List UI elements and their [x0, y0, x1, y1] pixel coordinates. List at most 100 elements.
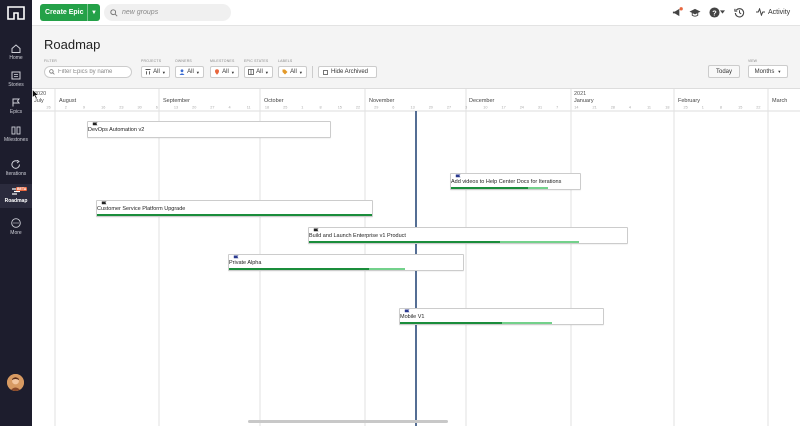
horizontal-scrollbar[interactable]: [248, 420, 448, 423]
week-tick-label: 20: [429, 106, 433, 110]
week-tick-label: 6: [392, 106, 394, 110]
filter-box[interactable]: [44, 66, 132, 78]
epic-state-icon: [248, 69, 255, 75]
week-tick-label: 16: [101, 106, 105, 110]
search-box[interactable]: [104, 4, 231, 21]
week-tick-label: 27: [447, 106, 451, 110]
stories-icon: [11, 71, 21, 80]
week-tick-label: 24: [520, 106, 524, 110]
epic-name: Build and Launch Enterprise v1 Product: [309, 232, 406, 239]
search-input[interactable]: [122, 9, 222, 16]
owners-label: OWNERS: [175, 59, 192, 63]
nav-item-roadmap[interactable]: BETA Roadmap: [0, 184, 32, 208]
projects-icon: [145, 69, 151, 75]
create-epic-button[interactable]: Create Epic ▼: [40, 4, 100, 21]
epic-flag-icon: [92, 122, 98, 128]
activity-icon: [756, 8, 765, 16]
week-tick-label: 4: [629, 106, 631, 110]
milestones-dropdown[interactable]: All ▼: [210, 66, 239, 78]
week-tick-label: 8: [320, 106, 322, 110]
nav-item-milestones[interactable]: Milestones: [0, 126, 32, 146]
nav-label: More: [10, 230, 22, 236]
week-tick-label: 13: [174, 106, 178, 110]
chevron-down-icon[interactable]: [720, 10, 725, 14]
filter-epics-input[interactable]: [58, 69, 128, 75]
epic-flag-icon: [313, 228, 319, 234]
month-label: October: [264, 98, 284, 104]
create-epic-label: Create Epic: [45, 9, 84, 16]
week-tick-label: 22: [356, 106, 360, 110]
history-icon[interactable]: [734, 7, 745, 18]
week-tick-label: 1: [301, 106, 303, 110]
month-label: March: [772, 98, 787, 104]
epic-progress-done: [309, 241, 500, 243]
week-tick-label: 6: [156, 106, 158, 110]
epic-bar[interactable]: DevOps Automation v2: [87, 121, 331, 138]
left-nav: Home Stories Epics Milestones Iterations…: [0, 26, 32, 426]
today-button[interactable]: Today: [708, 65, 740, 78]
nav-item-epics[interactable]: Epics: [0, 98, 32, 118]
top-bar: Create Epic ▼ ?: [0, 0, 800, 26]
page-title: Roadmap: [44, 37, 101, 52]
milestones-icon: [11, 126, 21, 135]
checkbox[interactable]: [323, 69, 328, 75]
logo-icon: [7, 6, 25, 20]
chevron-down-icon[interactable]: ▼: [87, 4, 100, 21]
week-tick-label: 31: [538, 106, 542, 110]
view-value: Months: [754, 68, 775, 75]
epic-bar[interactable]: Private Alpha: [228, 254, 464, 271]
week-tick-label: 23: [119, 106, 123, 110]
month-label: November: [369, 98, 395, 104]
epic-name: Add videos to Help Center Docs for Itera…: [451, 178, 562, 185]
hide-archived-toggle[interactable]: Hide Archived: [318, 66, 377, 78]
home-icon: [11, 44, 21, 53]
week-tick-label: 11: [247, 106, 251, 110]
week-tick-label: 4: [229, 106, 231, 110]
avatar[interactable]: [7, 374, 24, 391]
epic-bar[interactable]: Build and Launch Enterprise v1 Product: [308, 227, 628, 244]
week-tick-label: 8: [720, 106, 722, 110]
projects-dropdown[interactable]: All ▼: [141, 66, 170, 78]
nav-item-more[interactable]: More: [0, 218, 32, 238]
nav-item-stories[interactable]: Stories: [0, 71, 32, 91]
tag-icon: [282, 69, 288, 75]
week-tick-label: 13: [411, 106, 415, 110]
app-logo[interactable]: [0, 0, 32, 26]
week-tick-label: 2: [65, 106, 67, 110]
hide-archived-label: Hide Archived: [331, 69, 369, 75]
epic-bar[interactable]: Customer Service Platform Upgrade: [96, 200, 373, 217]
owners-dropdown[interactable]: All ▼: [175, 66, 204, 78]
epic-bar[interactable]: Add videos to Help Center Docs for Itera…: [450, 173, 581, 190]
milestone-pin-icon: [215, 69, 220, 75]
nav-label: Roadmap: [4, 198, 28, 204]
week-tick-label: 26: [47, 106, 51, 110]
epic-states-dropdown[interactable]: All ▼: [244, 66, 273, 78]
week-tick-label: 22: [756, 106, 760, 110]
beta-badge: BETA: [16, 187, 28, 191]
nav-item-home[interactable]: Home: [0, 44, 32, 64]
view-select[interactable]: Months ▼: [748, 65, 788, 78]
week-tick-label: 17: [502, 106, 506, 110]
nav-item-iterations[interactable]: Iterations: [0, 160, 32, 180]
epic-bar[interactable]: Mobile V1: [399, 308, 604, 325]
labels-dropdown[interactable]: All ▼: [278, 66, 307, 78]
epic-progress-done: [451, 187, 529, 189]
view-label: VIEW: [748, 59, 757, 63]
week-tick-label: 25: [684, 106, 688, 110]
help-icon[interactable]: ?: [709, 7, 720, 18]
labels-value: All: [290, 69, 297, 75]
milestones-value: All: [222, 69, 229, 75]
week-tick-label: 15: [738, 106, 742, 110]
avatar-image: [7, 374, 24, 391]
epic-flag-icon: [101, 201, 107, 207]
week-tick-label: 20: [192, 106, 196, 110]
activity-button[interactable]: Activity: [756, 8, 790, 16]
projects-label: PROJECTS: [141, 59, 162, 63]
epic-progress-done: [400, 322, 502, 324]
month-label: August: [59, 98, 77, 104]
graduation-cap-icon[interactable]: [689, 7, 701, 18]
chevron-down-icon: ▼: [195, 69, 200, 75]
megaphone-icon[interactable]: [672, 7, 683, 18]
roadmap-timeline[interactable]: July August September October November Decemb…: [32, 88, 800, 426]
epic-progress-done: [229, 268, 370, 270]
